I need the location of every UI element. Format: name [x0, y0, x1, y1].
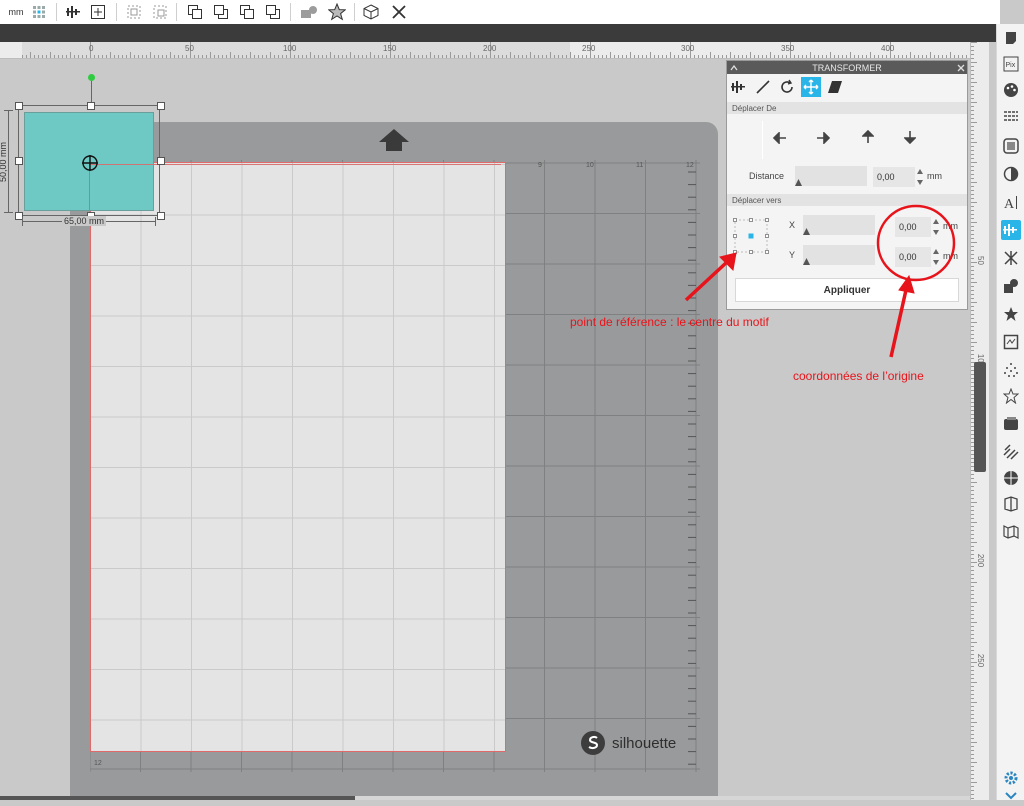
horizontal-scrollbar[interactable]	[0, 796, 970, 800]
annotation-reference-point: point de référence : le centre du motif	[570, 315, 769, 329]
annotation-origin-coords: coordonnées de l’origine	[793, 369, 924, 383]
origin-coords-arrow	[889, 274, 915, 358]
origin-highlight-circle	[876, 204, 956, 282]
reference-point-arrow	[684, 252, 737, 302]
annotation-overlay	[684, 204, 956, 358]
horizontal-scrollbar-thumb[interactable]	[0, 796, 355, 800]
